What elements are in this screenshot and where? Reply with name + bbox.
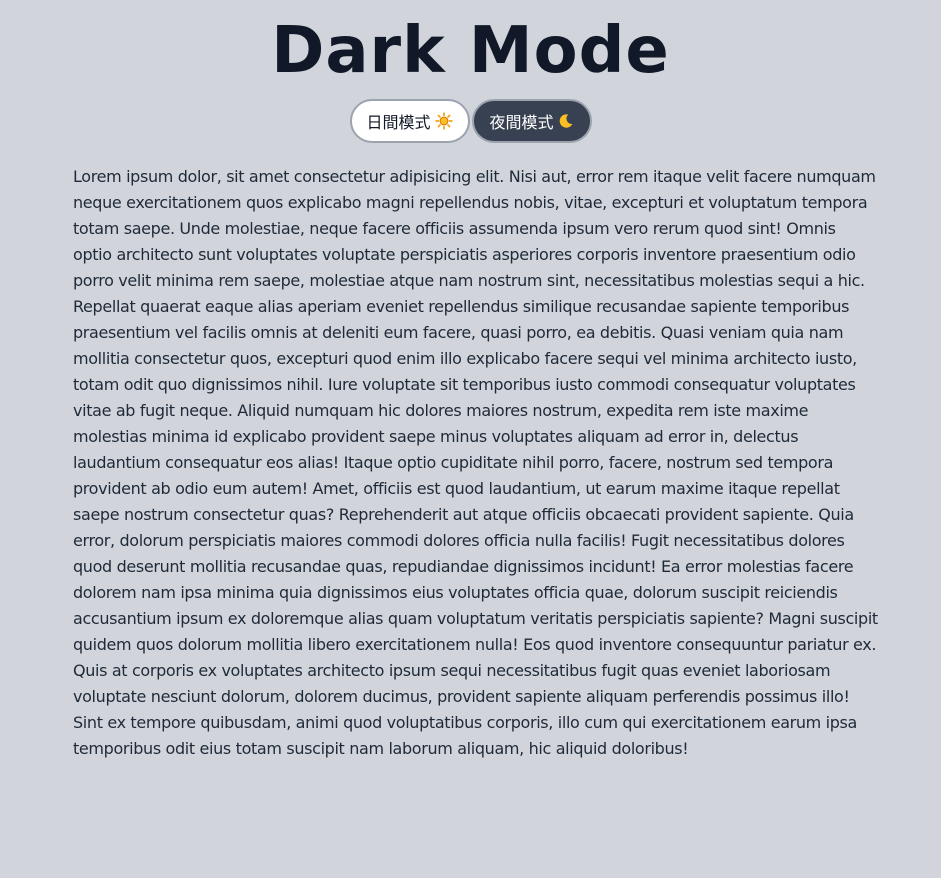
sun-icon: [434, 112, 453, 130]
light-mode-button[interactable]: 日間模式: [349, 99, 470, 143]
moon-icon: [558, 113, 574, 129]
page-title: Dark Mode: [271, 14, 670, 88]
dark-mode-label: 夜間模式: [489, 113, 554, 132]
light-mode-label: 日間模式: [366, 113, 431, 132]
dark-mode-button[interactable]: 夜間模式: [471, 99, 592, 143]
page: Dark Mode 日間模式 夜間模式 Lorem ipsum dolor, s…: [0, 0, 941, 878]
theme-toggle-group: 日間模式 夜間模式: [0, 99, 941, 143]
body-paragraph: Lorem ipsum dolor, sit amet consectetur …: [73, 167, 878, 758]
